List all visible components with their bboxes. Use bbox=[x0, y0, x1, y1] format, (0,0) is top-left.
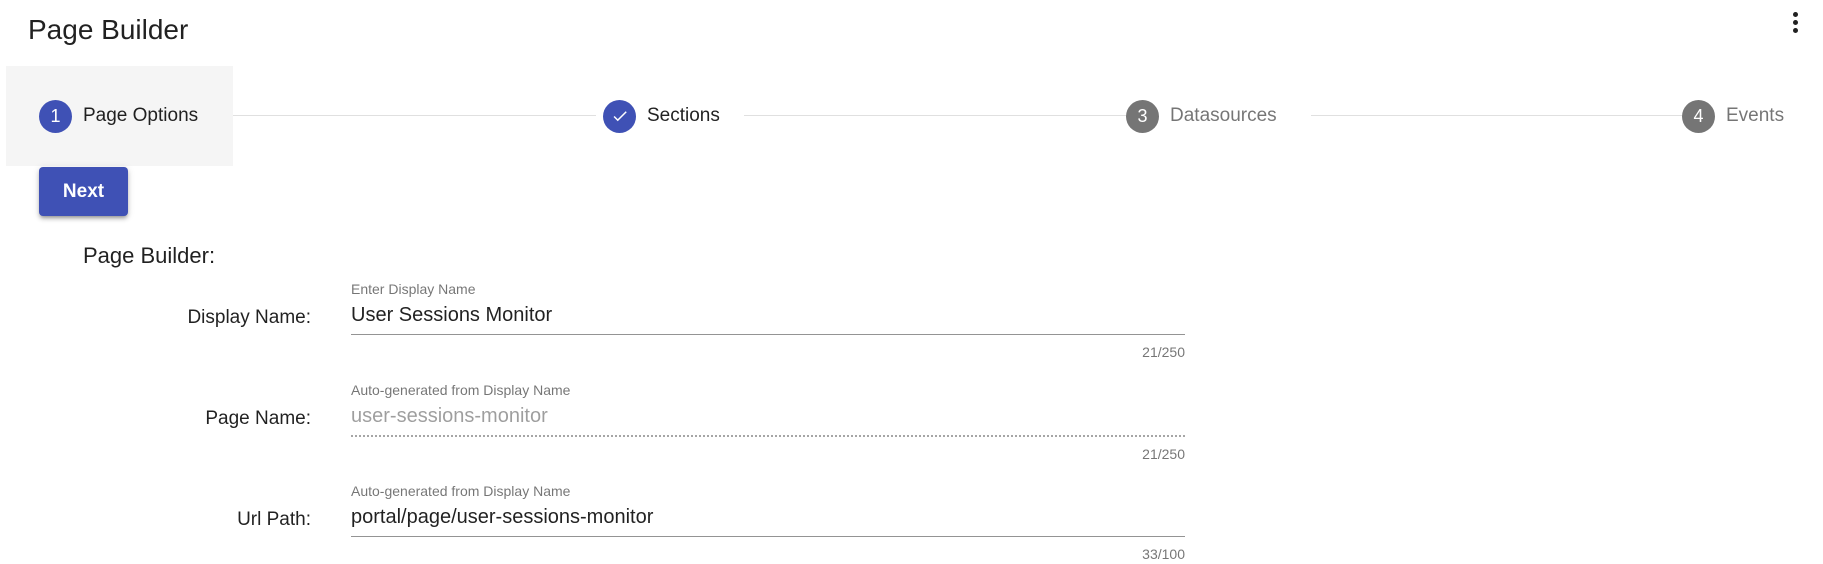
url-path-float-label: Auto-generated from Display Name bbox=[351, 483, 571, 499]
step-sections[interactable]: Sections bbox=[603, 66, 720, 166]
page-name-float-label: Auto-generated from Display Name bbox=[351, 382, 571, 398]
step-connector bbox=[1311, 115, 1698, 116]
display-name-counter: 21/250 bbox=[1142, 344, 1185, 360]
step-events[interactable]: 4 Events bbox=[1682, 66, 1784, 166]
next-button[interactable]: Next bbox=[39, 167, 128, 216]
url-path-input[interactable] bbox=[351, 504, 1185, 530]
input-underline bbox=[351, 435, 1185, 437]
step-label: Events bbox=[1726, 105, 1785, 126]
input-underline bbox=[351, 334, 1185, 335]
step-number-badge: 4 bbox=[1682, 99, 1715, 133]
step-label: Datasources bbox=[1170, 105, 1277, 126]
step-label: Sections bbox=[647, 105, 720, 126]
stepper: 1 Page Options Sections 3 Datasources 4 … bbox=[0, 66, 1823, 166]
url-path-counter: 33/100 bbox=[1142, 546, 1185, 562]
step-connector bbox=[744, 115, 1130, 116]
step-number-badge: 3 bbox=[1126, 99, 1159, 133]
more-options-button[interactable] bbox=[1778, 6, 1812, 40]
step-connector bbox=[216, 115, 596, 116]
input-underline bbox=[351, 536, 1185, 537]
page-name-field: Auto-generated from Display Name 21/250 bbox=[351, 382, 1185, 462]
page-name-input bbox=[351, 403, 1185, 429]
page-name-label: Page Name: bbox=[205, 408, 311, 429]
step-label: Page Options bbox=[83, 105, 199, 126]
check-icon bbox=[603, 99, 636, 133]
display-name-float-label: Enter Display Name bbox=[351, 281, 476, 297]
page-title: Page Builder bbox=[28, 14, 189, 45]
page-name-counter: 21/250 bbox=[1142, 446, 1185, 462]
step-page-options[interactable]: 1 Page Options bbox=[6, 66, 233, 166]
step-number-badge: 1 bbox=[39, 99, 72, 133]
display-name-label: Display Name: bbox=[187, 307, 311, 328]
url-path-field: Auto-generated from Display Name 33/100 bbox=[351, 483, 1185, 562]
more-vert-icon bbox=[1793, 12, 1798, 17]
form-title: Page Builder: bbox=[83, 243, 216, 268]
display-name-field: Enter Display Name 21/250 bbox=[351, 281, 1185, 360]
url-path-label: Url Path: bbox=[237, 509, 311, 530]
display-name-input[interactable] bbox=[351, 302, 1185, 328]
step-datasources[interactable]: 3 Datasources bbox=[1126, 66, 1277, 166]
